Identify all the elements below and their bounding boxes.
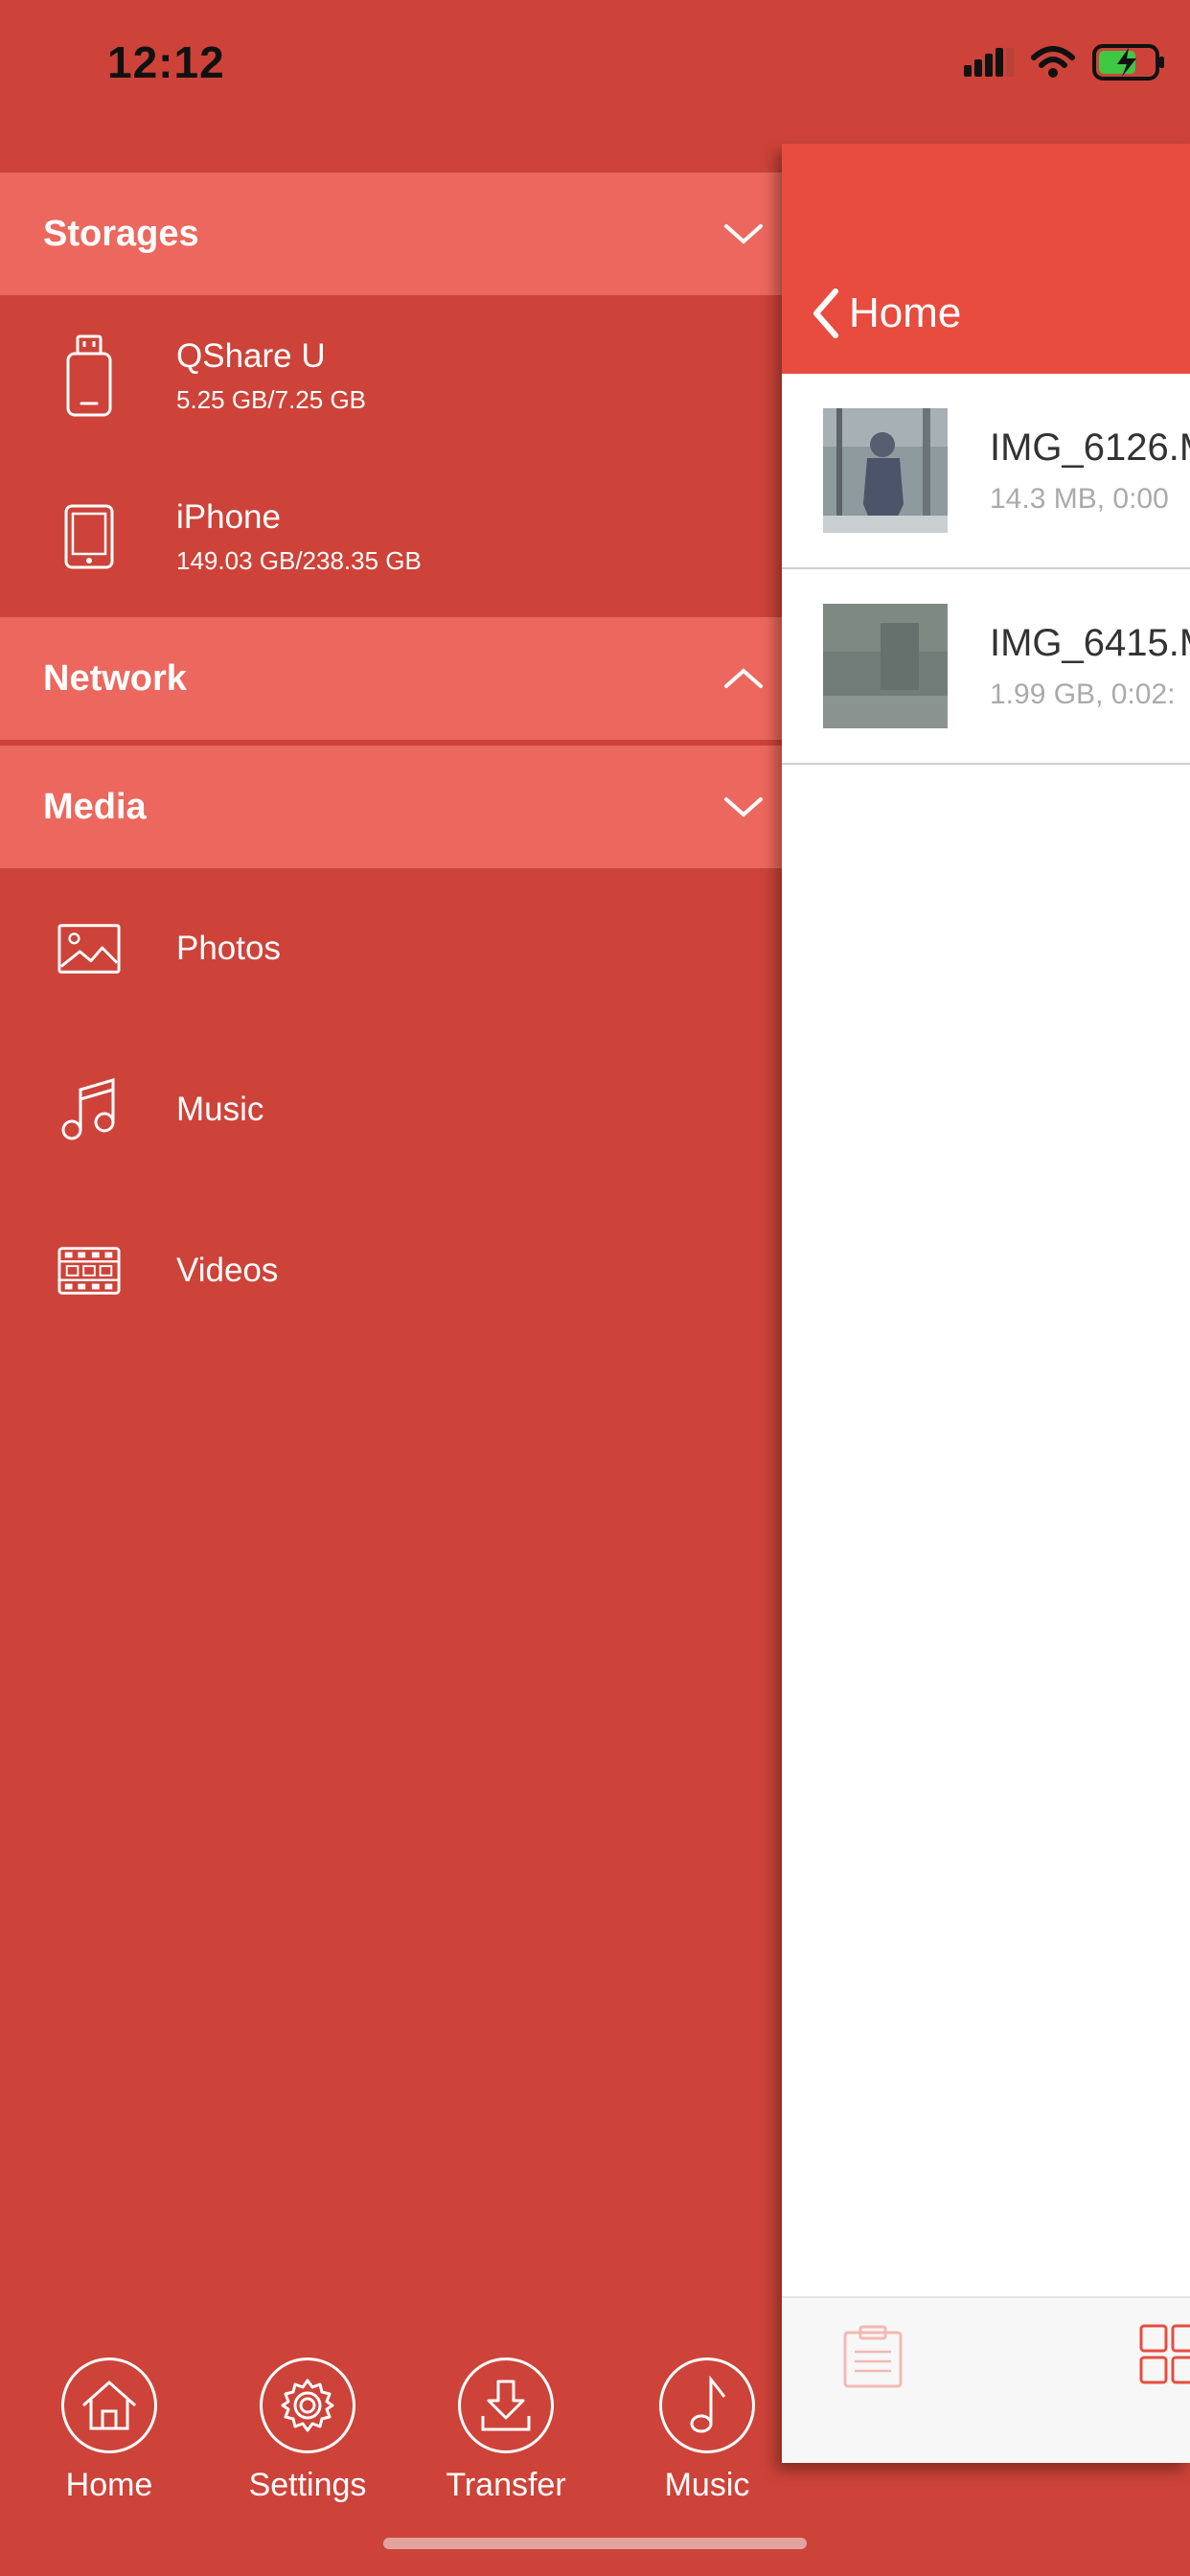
chevron-down-icon[interactable] <box>722 220 765 247</box>
section-header-storages[interactable]: Storages <box>0 172 782 295</box>
file-row[interactable]: IMG_6415.M 1.99 GB, 0:02: <box>782 569 1190 765</box>
section-title: Storages <box>43 213 199 254</box>
wifi-icon <box>1031 46 1075 78</box>
file-list-panel: Home IMG_6126.M 14.3 MB, 0:00 IMG_6415.M… <box>782 144 1190 2463</box>
media-label: Music <box>176 1091 264 1128</box>
file-name: IMG_6126.M <box>990 426 1190 469</box>
sidebar-item-qshare-u[interactable]: QShare U 5.25 GB/7.25 GB <box>0 295 782 456</box>
section-title: Media <box>43 786 147 827</box>
storage-capacity: 5.25 GB/7.25 GB <box>176 384 367 414</box>
nav-label: Transfer <box>446 2467 566 2503</box>
music-note-icon <box>57 1069 121 1151</box>
battery-charging-icon <box>1092 44 1164 80</box>
status-icons <box>964 44 1167 80</box>
sidebar-item-music[interactable]: Music <box>0 1029 782 1190</box>
gear-icon <box>260 2358 355 2453</box>
cellular-signal-icon <box>964 48 1014 77</box>
sidebar-item-iphone[interactable]: iPhone 149.03 GB/238.35 GB <box>0 456 782 617</box>
file-name: IMG_6415.M <box>990 621 1190 664</box>
usb-drive-icon <box>57 334 121 417</box>
bottom-nav: Home Settings Transfer Music <box>0 2358 782 2504</box>
section-title: Network <box>43 657 187 699</box>
nav-label: Home <box>65 2467 153 2503</box>
download-icon <box>458 2358 554 2453</box>
sidebar-item-videos[interactable]: Videos <box>0 1190 782 1351</box>
sidebar: Storages QShare U 5.25 GB/7.25 GB iPhone… <box>0 172 782 1351</box>
file-meta: 14.3 MB, 0:00 <box>990 482 1169 515</box>
home-icon <box>61 2358 157 2453</box>
nav-settings-button[interactable]: Settings <box>221 2358 394 2504</box>
clipboard-list-icon[interactable] <box>839 2323 906 2390</box>
storage-name: QShare U <box>176 336 326 375</box>
sidebar-item-photos[interactable]: Photos <box>0 868 782 1029</box>
music-note-icon <box>659 2358 755 2453</box>
panel-toolbar <box>782 2296 1190 2463</box>
file-row[interactable]: IMG_6126.M 14.3 MB, 0:00 <box>782 374 1190 569</box>
nav-music-button[interactable]: Music <box>621 2358 793 2504</box>
video-thumbnail <box>823 408 948 533</box>
back-button[interactable]: Home <box>811 288 961 339</box>
home-indicator <box>383 2538 807 2549</box>
chevron-down-icon[interactable] <box>722 794 765 820</box>
nav-transfer-button[interactable]: Transfer <box>420 2358 592 2504</box>
media-label: Photos <box>176 930 281 967</box>
media-label: Videos <box>176 1252 279 1289</box>
nav-label: Music <box>664 2467 750 2503</box>
file-meta: 1.99 GB, 0:02: <box>990 678 1176 710</box>
panel-header: Home <box>782 144 1190 374</box>
nav-label: Settings <box>248 2467 367 2503</box>
grid-view-icon[interactable] <box>1138 2323 1190 2386</box>
chevron-left-icon <box>813 288 838 338</box>
status-bar: 12:12 <box>0 0 1190 134</box>
storage-capacity: 149.03 GB/238.35 GB <box>176 545 422 575</box>
film-icon <box>57 1230 121 1312</box>
section-header-network[interactable]: Network <box>0 617 782 740</box>
nav-home-button[interactable]: Home <box>23 2358 195 2504</box>
back-label: Home <box>849 289 962 336</box>
chevron-up-icon[interactable] <box>722 665 765 692</box>
phone-icon <box>57 495 121 578</box>
status-time: 12:12 <box>107 37 225 87</box>
section-header-media[interactable]: Media <box>0 746 782 868</box>
photo-icon <box>57 908 121 990</box>
video-thumbnail <box>823 604 948 728</box>
storage-name: iPhone <box>176 497 281 536</box>
